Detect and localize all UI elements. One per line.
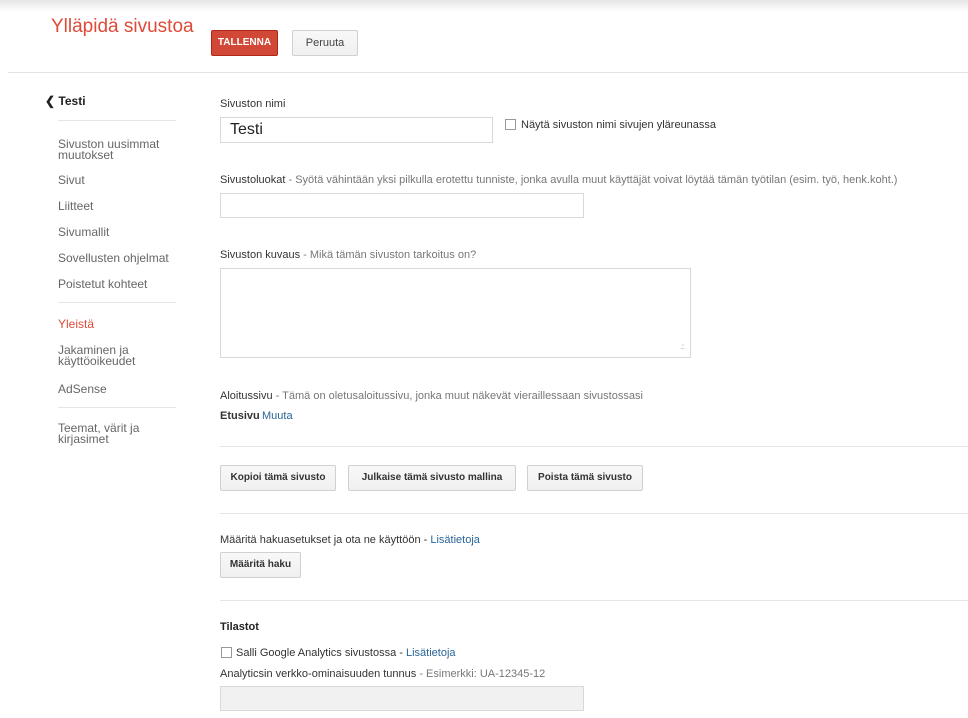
sidebar-item-themes[interactable]: Teemat, värit ja kirjasimet bbox=[58, 422, 178, 445]
section-divider bbox=[220, 513, 968, 514]
site-name-label: Sivuston nimi bbox=[220, 98, 286, 110]
search-settings-text: Määritä hakuasetukset ja ota ne käyttöön… bbox=[220, 534, 431, 546]
sidebar-divider bbox=[58, 407, 176, 408]
back-link[interactable]: ❮ Testi bbox=[45, 94, 86, 108]
landing-page-value: Etusivu bbox=[220, 410, 260, 422]
save-button[interactable]: TALLENNA bbox=[211, 30, 278, 56]
analytics-row: Salli Google Analytics sivustossa - Lisä… bbox=[236, 647, 456, 659]
section-divider bbox=[220, 600, 968, 601]
search-settings-row: Määritä hakuasetukset ja ota ne käyttöön… bbox=[220, 534, 480, 546]
landing-page-label: Aloitussivu bbox=[220, 390, 273, 402]
landing-page-hint: - Tämä on oletusaloitussivu, jonka muut … bbox=[272, 390, 643, 402]
analytics-checkbox[interactable] bbox=[221, 647, 232, 658]
analytics-label: Salli Google Analytics sivustossa - bbox=[236, 647, 406, 659]
sidebar-divider bbox=[58, 120, 176, 121]
sidebar-item-deleted-items[interactable]: Poistetut kohteet bbox=[58, 278, 178, 290]
description-label-row: Sivuston kuvaus - Mikä tämän sivuston ta… bbox=[220, 249, 476, 261]
sidebar-item-adsense[interactable]: AdSense bbox=[58, 383, 178, 395]
copy-site-button[interactable]: Kopioi tämä sivusto bbox=[220, 465, 336, 491]
categories-hint: - Syötä vähintään yksi pilkulla erotettu… bbox=[285, 174, 898, 186]
page-title: Ylläpidä sivustoa bbox=[51, 16, 194, 37]
sidebar-item-sharing[interactable]: Jakaminen ja käyttöoikeudet bbox=[58, 344, 178, 367]
site-name-input[interactable] bbox=[220, 117, 493, 143]
categories-input[interactable] bbox=[220, 193, 584, 218]
sidebar-item-templates[interactable]: Sivumallit bbox=[58, 226, 178, 238]
sidebar-item-app-scripts[interactable]: Sovellusten ohjelmat bbox=[58, 252, 178, 264]
show-name-checkbox[interactable] bbox=[505, 119, 516, 130]
sidebar-item-recent-changes[interactable]: Sivuston uusimmat muutokset bbox=[58, 138, 178, 161]
resize-grip-icon[interactable]: .:: bbox=[680, 343, 685, 351]
delete-site-button[interactable]: Poista tämä sivusto bbox=[527, 465, 643, 491]
property-id-label: Analyticsin verkko-ominaisuuden tunnus bbox=[220, 668, 417, 680]
sidebar-item-attachments[interactable]: Liitteet bbox=[58, 200, 178, 212]
sidebar-divider bbox=[58, 302, 176, 303]
stats-heading: Tilastot bbox=[220, 621, 259, 633]
description-textarea[interactable]: .:: bbox=[220, 268, 691, 358]
sidebar-item-general[interactable]: Yleistä bbox=[58, 318, 178, 330]
description-label: Sivuston kuvaus bbox=[220, 249, 301, 261]
property-id-label-row: Analyticsin verkko-ominaisuuden tunnus -… bbox=[220, 668, 545, 680]
analytics-learn-more-link[interactable]: Lisätietoja bbox=[406, 647, 456, 659]
categories-label: Sivustoluokat bbox=[220, 174, 286, 186]
landing-page-label-row: Aloitussivu - Tämä on oletusaloitussivu,… bbox=[220, 390, 643, 402]
section-divider bbox=[220, 446, 968, 447]
categories-label-row: Sivustoluokat - Syötä vähintään yksi pil… bbox=[220, 174, 897, 186]
show-name-label: Näytä sivuston nimi sivujen yläreunassa bbox=[521, 119, 717, 131]
property-id-input[interactable] bbox=[220, 686, 584, 711]
configure-search-button[interactable]: Määritä haku bbox=[220, 552, 301, 578]
change-landing-page-link[interactable]: Muuta bbox=[262, 410, 293, 422]
property-id-hint: - Esimerkki: UA-12345-12 bbox=[416, 668, 546, 680]
description-hint: - Mikä tämän sivuston tarkoitus on? bbox=[300, 249, 477, 261]
sidebar-item-pages[interactable]: Sivut bbox=[58, 174, 178, 186]
search-learn-more-link[interactable]: Lisätietoja bbox=[430, 534, 480, 546]
top-shadow bbox=[0, 0, 968, 12]
chevron-left-icon: ❮ bbox=[45, 94, 56, 108]
cancel-button[interactable]: Peruuta bbox=[292, 30, 358, 56]
publish-template-button[interactable]: Julkaise tämä sivusto mallina bbox=[348, 465, 516, 491]
back-link-label: Testi bbox=[58, 94, 86, 108]
